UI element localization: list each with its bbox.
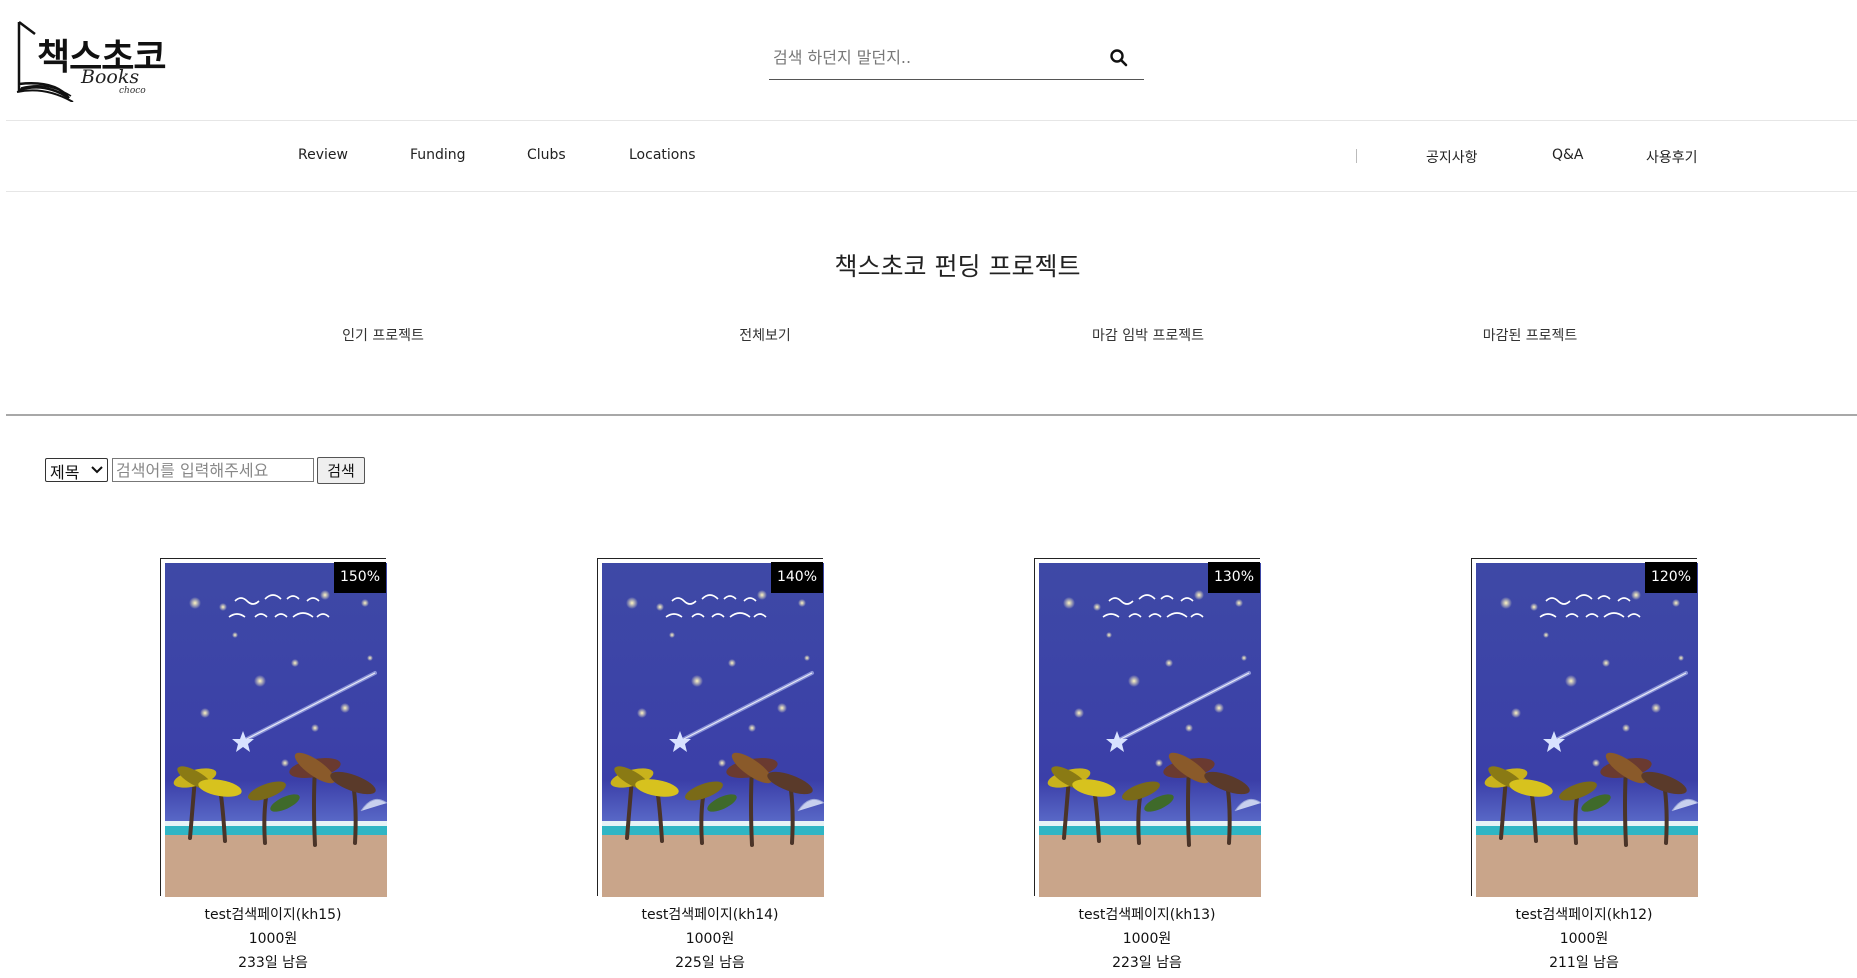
project-price: 1000원 <box>248 931 298 947</box>
logo-tagline: choco <box>119 86 146 96</box>
nav-notice[interactable]: 공지사항 <box>1426 147 1478 167</box>
project-tabs: 인기 프로젝트 전체보기 마감 임박 프로젝트 마감된 프로젝트 <box>0 325 1857 349</box>
site-logo[interactable]: 책스초코 Books choco <box>15 18 180 102</box>
logo-subtitle: Books <box>81 66 140 88</box>
search-button[interactable]: 검색 <box>317 457 365 484</box>
tab-popular[interactable]: 인기 프로젝트 <box>342 325 424 345</box>
project-days-left: 211일 남음 <box>1549 955 1619 971</box>
project-price: 1000원 <box>1122 931 1172 947</box>
header-search <box>769 38 1144 80</box>
nav-locations[interactable]: Locations <box>629 147 696 163</box>
project-title[interactable]: test검색페이지(kh12) <box>1431 904 1737 924</box>
project-title[interactable]: test검색페이지(kh14) <box>557 904 863 924</box>
project-price: 1000원 <box>685 931 735 947</box>
section-divider <box>6 414 1857 416</box>
header-search-input[interactable] <box>771 42 1091 72</box>
project-title[interactable]: test검색페이지(kh13) <box>994 904 1300 924</box>
page-title: 책스초코 펀딩 프로젝트 <box>834 252 1081 281</box>
search-field-selected: 제목 <box>50 463 80 482</box>
tab-closed[interactable]: 마감된 프로젝트 <box>1483 325 1578 345</box>
project-card[interactable]: 130% test검색페이지(kh13) 1000원 223일 남음 <box>1034 558 1261 978</box>
tab-all[interactable]: 전체보기 <box>739 325 791 345</box>
nav-review[interactable]: Review <box>298 147 348 163</box>
funding-percent-badge: 140% <box>771 562 823 593</box>
tab-closing-soon[interactable]: 마감 임박 프로젝트 <box>1092 325 1204 345</box>
search-icon[interactable] <box>1107 46 1131 70</box>
book-cover-image[interactable]: 130% <box>1034 558 1261 897</box>
funding-percent-badge: 130% <box>1208 562 1260 593</box>
funding-percent-badge: 120% <box>1645 562 1697 593</box>
book-cover-image[interactable]: 150% <box>160 558 387 897</box>
project-days-left: 223일 남음 <box>1112 955 1182 971</box>
search-field-select[interactable]: 제목 <box>45 458 108 482</box>
site-header: 책스초코 Books choco <box>0 0 1857 120</box>
nav-clubs[interactable]: Clubs <box>527 147 566 163</box>
project-days-left: 233일 남음 <box>238 955 308 971</box>
book-cover-image[interactable]: 120% <box>1471 558 1698 897</box>
project-title[interactable]: test검색페이지(kh15) <box>120 904 426 924</box>
nav-reviews[interactable]: 사용후기 <box>1646 147 1698 167</box>
project-card[interactable]: 140% test검색페이지(kh14) 1000원 225일 남음 <box>597 558 824 978</box>
nav-divider <box>1356 149 1357 163</box>
project-price: 1000원 <box>1559 931 1609 947</box>
main-nav: Review Funding Clubs Locations 공지사항 Q&A … <box>6 120 1857 192</box>
project-card[interactable]: 120% test검색페이지(kh12) 1000원 211일 남음 <box>1471 558 1698 978</box>
nav-qna[interactable]: Q&A <box>1552 147 1584 163</box>
project-card[interactable]: 150% test검색페이지(kh15) 1000원 233일 남음 <box>160 558 387 978</box>
project-days-left: 225일 남음 <box>675 955 745 971</box>
keyword-input[interactable] <box>112 458 314 482</box>
nav-funding[interactable]: Funding <box>410 147 466 163</box>
funding-percent-badge: 150% <box>334 562 386 593</box>
chevron-down-icon <box>91 461 103 483</box>
book-cover-image[interactable]: 140% <box>597 558 824 897</box>
